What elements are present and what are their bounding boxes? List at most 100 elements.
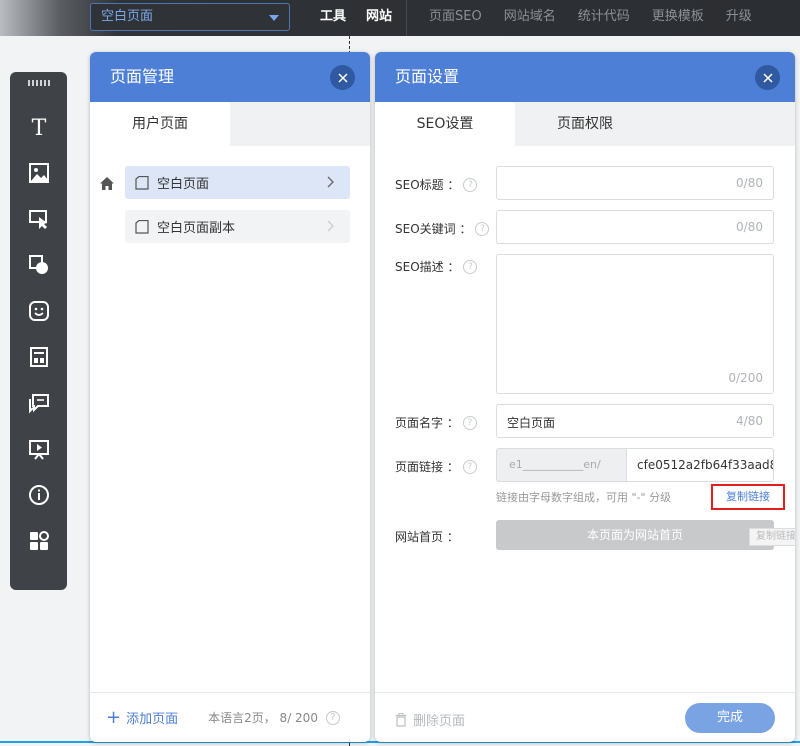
- page-link-label-text: 页面链接 ：: [395, 460, 459, 474]
- nav-change-template[interactable]: 更换模板: [652, 0, 704, 36]
- help-icon[interactable]: ?: [475, 221, 490, 236]
- page-list-item[interactable]: 空白页面: [125, 166, 350, 199]
- page-settings-tabs: SEO设置 页面权限: [375, 102, 795, 146]
- seo-description-label: SEO描述 ： ?: [395, 258, 478, 275]
- tool-shape[interactable]: [10, 242, 67, 288]
- help-icon[interactable]: ?: [463, 177, 478, 192]
- nav-page-seo[interactable]: 页面SEO: [429, 0, 482, 36]
- info-icon: [28, 485, 49, 505]
- page-name-value: 空白页面: [507, 416, 556, 430]
- nav-upgrade[interactable]: 升级: [726, 0, 752, 36]
- help-icon[interactable]: ?: [462, 415, 477, 430]
- chevron-right-icon: [327, 176, 334, 188]
- page-select-value: 空白页面: [101, 9, 154, 24]
- tab-page-permissions[interactable]: 页面权限: [515, 102, 655, 146]
- page-manager-close-button[interactable]: [330, 65, 355, 90]
- close-icon: [762, 72, 773, 83]
- page-list-item-label: 空白页面副本: [157, 221, 236, 236]
- help-icon[interactable]: ?: [463, 259, 478, 274]
- page-settings-close-button[interactable]: [755, 65, 780, 90]
- seo-title-input[interactable]: 0/80: [496, 166, 774, 200]
- tool-image[interactable]: [10, 150, 67, 196]
- nav-site[interactable]: 网站: [366, 0, 392, 36]
- seo-keywords-input[interactable]: 0/80: [496, 210, 774, 244]
- tab-seo-settings[interactable]: SEO设置: [375, 102, 515, 146]
- page-link-field: e1___________en/ cfe0512a2fb64f33aad80: [496, 448, 774, 482]
- add-page-button[interactable]: + 添加页面: [106, 708, 178, 727]
- delete-page-label: 删除页面: [413, 714, 466, 729]
- page-settings-title: 页面设置: [395, 67, 460, 86]
- comment-icon: [28, 394, 49, 414]
- done-button[interactable]: 完成: [685, 703, 775, 733]
- nav-tools[interactable]: 工具: [320, 0, 346, 36]
- shape-icon: [28, 255, 48, 274]
- form-icon: [29, 347, 48, 367]
- tool-button[interactable]: [10, 196, 67, 242]
- trash-icon: [395, 712, 407, 727]
- seo-title-label: SEO标题 ： ?: [395, 176, 478, 193]
- tool-comment[interactable]: [10, 380, 67, 426]
- seo-keywords-label: SEO关键词 ： ?: [395, 220, 490, 237]
- delete-page-button[interactable]: 删除页面: [395, 710, 465, 729]
- page-count: 本语言2页， 8/ 200: [208, 711, 318, 725]
- apps-icon: [29, 531, 49, 550]
- page-name-counter: 4/80: [736, 414, 763, 428]
- nav-site-domain[interactable]: 网站域名: [504, 0, 556, 36]
- set-homepage-button: 本页面为网站首页: [496, 520, 774, 550]
- homepage-label: 网站首页 ：: [395, 528, 459, 545]
- page-name-label-text: 页面名字 ：: [395, 416, 459, 430]
- page-icon: [135, 175, 149, 190]
- nav-stats-code[interactable]: 统计代码: [578, 0, 630, 36]
- svg-text:T: T: [31, 116, 46, 138]
- tool-info[interactable]: [10, 472, 67, 518]
- plus-icon: +: [106, 706, 122, 728]
- page-manager-tabs: 用户页面: [90, 102, 370, 146]
- seo-title-counter: 0/80: [736, 176, 763, 190]
- home-icon: [100, 177, 114, 190]
- page-manager-footer: + 添加页面 本语言2页， 8/ 200 ?: [90, 692, 370, 742]
- seo-description-textarea[interactable]: 0/200: [496, 254, 774, 394]
- page-link-hint: 链接由字母数字组成，可用 "-" 分级: [496, 491, 672, 504]
- page-manager-header: 页面管理: [90, 52, 370, 102]
- page-list-item-label: 空白页面: [157, 177, 210, 192]
- page-list-item[interactable]: 空白页面副本: [125, 210, 350, 243]
- help-icon[interactable]: ?: [325, 710, 340, 725]
- drag-handle-icon[interactable]: [27, 80, 50, 86]
- page-link-prefix: e1___________en/: [496, 448, 626, 482]
- page-link-input[interactable]: cfe0512a2fb64f33aad80: [626, 448, 774, 482]
- tool-slideshow[interactable]: [10, 426, 67, 472]
- tool-apps[interactable]: [10, 518, 67, 564]
- page-name-input[interactable]: 空白页面 4/80: [496, 404, 774, 438]
- cursor-icon: [28, 210, 47, 229]
- help-icon[interactable]: ?: [462, 459, 477, 474]
- seo-keywords-label-text: SEO关键词 ：: [395, 222, 472, 236]
- editor-toolbar: T: [10, 72, 67, 590]
- nav-divider: [406, 0, 408, 36]
- page-select-dropdown[interactable]: 空白页面: [90, 3, 290, 31]
- tool-form[interactable]: [10, 334, 67, 380]
- page-icon: [135, 219, 149, 234]
- tool-emoji[interactable]: [10, 288, 67, 334]
- tab-user-pages[interactable]: 用户页面: [90, 102, 230, 146]
- page-settings-footer: 删除页面 完成: [375, 692, 795, 742]
- page-settings-panel: 页面设置 SEO设置 页面权限 SEO标题 ： ? 0/80 SEO关键词 ： …: [375, 52, 795, 742]
- page-name-label: 页面名字 ： ?: [395, 414, 477, 431]
- seo-title-label-text: SEO标题 ：: [395, 178, 460, 192]
- text-icon: T: [31, 116, 46, 138]
- copy-link-tooltip: 复制链接: [749, 528, 795, 546]
- page-manager-title: 页面管理: [110, 67, 175, 86]
- homepage-label-text: 网站首页 ：: [395, 530, 459, 544]
- slideshow-icon: [28, 440, 49, 460]
- seo-description-label-text: SEO描述 ：: [395, 260, 460, 274]
- emoji-icon: [28, 301, 49, 321]
- page-link-label: 页面链接 ： ?: [395, 458, 477, 475]
- page-manager-panel: 页面管理 用户页面 空白页面 空白页面副本 + 添加页面 本语言2页， 8/ 2…: [90, 52, 370, 742]
- chevron-right-icon: [327, 220, 334, 232]
- chevron-down-icon: [269, 15, 279, 21]
- top-nav: 工具 网站 页面SEO 网站域名 统计代码 更换模板 升级: [320, 0, 774, 36]
- image-icon: [28, 163, 49, 183]
- tool-text[interactable]: T: [10, 104, 67, 150]
- top-bar: 空白页面 工具 网站 页面SEO 网站域名 统计代码 更换模板 升级: [0, 0, 800, 36]
- copy-link-button[interactable]: 复制链接: [711, 484, 785, 510]
- page-settings-header: 页面设置: [375, 52, 795, 102]
